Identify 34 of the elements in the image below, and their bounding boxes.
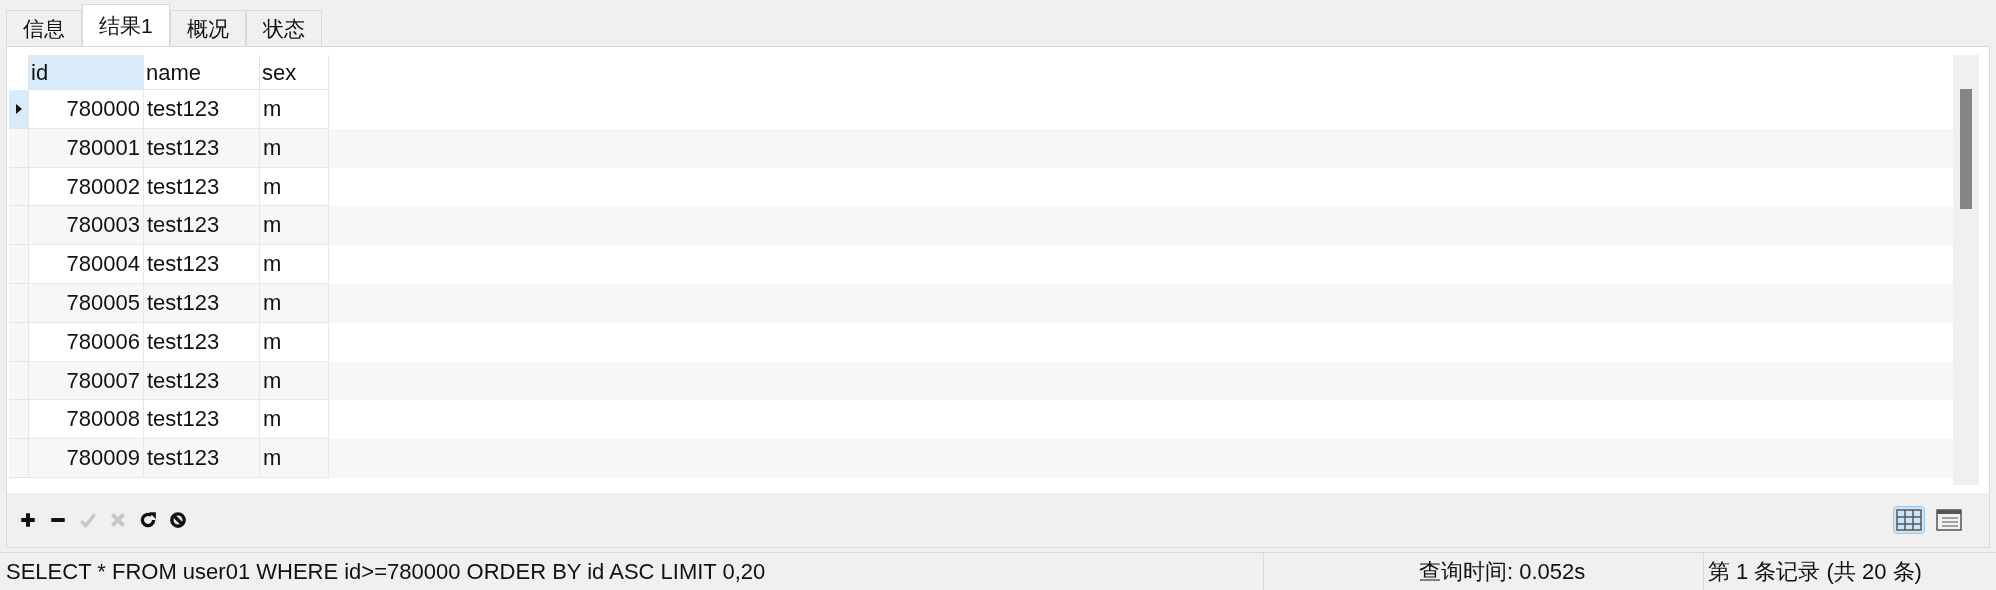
table-cell: test123 — [144, 128, 260, 168]
status-query: SELECT * FROM user01 WHERE id>=780000 ORDER BY id ASC LIMIT 0,20 — [5, 558, 767, 586]
table-cell: test123 — [144, 90, 260, 129]
table-cell: test123 — [144, 322, 260, 362]
status-query-time: 查询时间: 0.052s — [1263, 553, 1703, 590]
table-cell: 780004 — [29, 245, 144, 284]
tab[interactable]: 状态 — [245, 10, 322, 46]
table-cell: 780001 — [29, 128, 144, 168]
status-record: 第 1 条记录 (共 20 条) — [1703, 553, 1996, 590]
caret-icon — [15, 103, 22, 114]
table-cell: test123 — [144, 245, 260, 284]
table-cell: m — [260, 439, 329, 478]
table-cell: m — [260, 245, 329, 284]
grid-view-icon[interactable] — [1893, 506, 1925, 534]
table-cell: test123 — [144, 439, 260, 478]
tab[interactable]: 结果1 — [82, 4, 170, 46]
table-cell: m — [260, 90, 329, 129]
table-cell: 780009 — [29, 439, 144, 478]
column-header[interactable]: name — [144, 55, 260, 90]
row-indicator[interactable] — [9, 90, 29, 129]
table-cell: 780006 — [29, 322, 144, 362]
scrollbar[interactable] — [1953, 55, 1979, 485]
tab[interactable]: 概况 — [169, 10, 246, 46]
table-cell: test123 — [144, 284, 260, 323]
form-view-icon[interactable] — [1933, 506, 1965, 534]
table-cell: m — [260, 284, 329, 323]
stop-icon[interactable] — [167, 509, 189, 531]
tab[interactable]: 信息 — [6, 10, 82, 46]
column-header[interactable]: id — [29, 55, 144, 90]
column-header[interactable]: sex — [260, 55, 329, 90]
table-cell: 780005 — [29, 284, 144, 323]
table-cell: 780000 — [29, 90, 144, 129]
table-cell: m — [260, 322, 329, 362]
table-cell: m — [260, 128, 329, 168]
